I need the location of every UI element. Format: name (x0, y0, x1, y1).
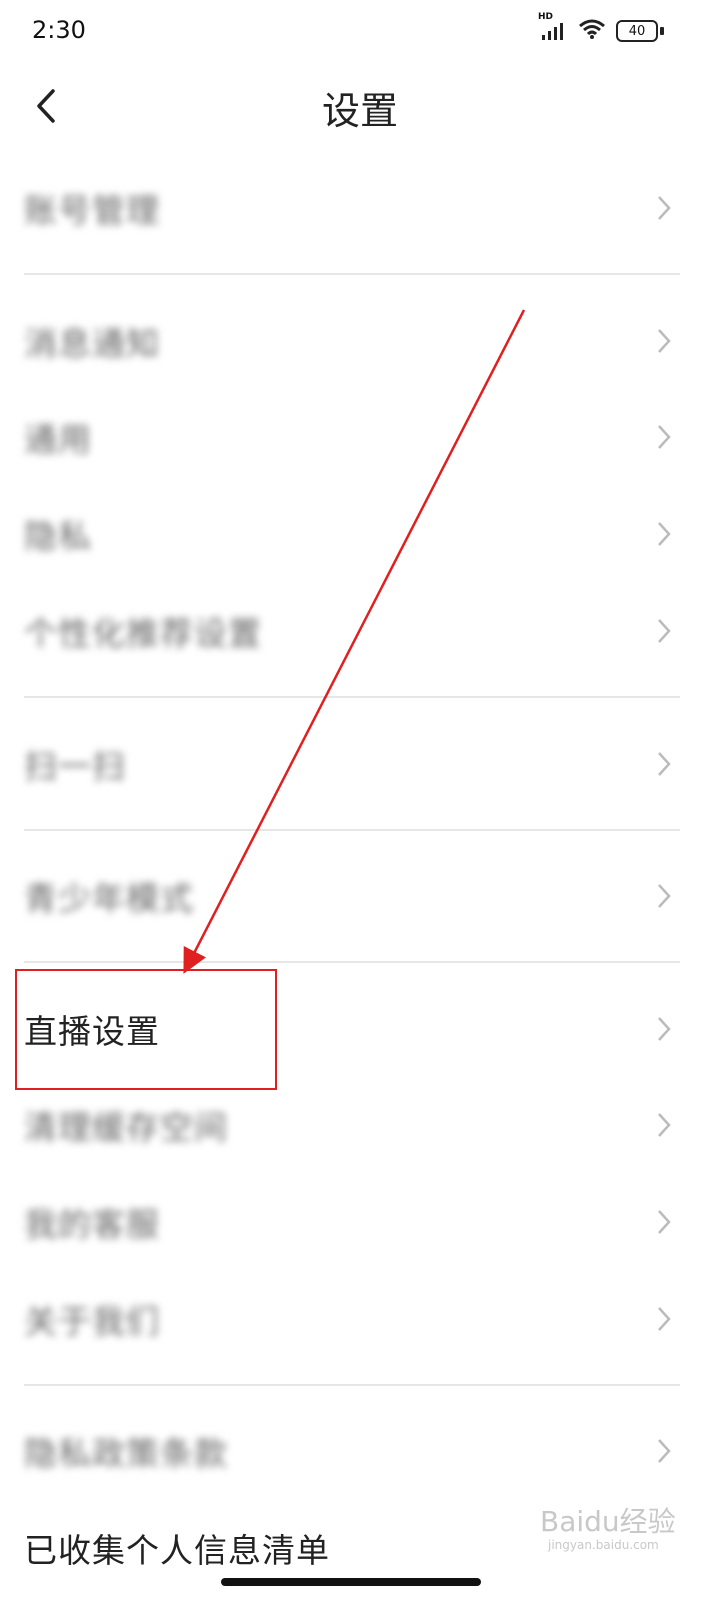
status-icons: HD 40 (538, 12, 664, 44)
battery-icon: 40 (616, 20, 664, 42)
cellular-signal-icon: HD (538, 12, 568, 42)
row-label: 已收集个人信息清单 (24, 1531, 330, 1570)
chevron-right-icon (658, 196, 671, 220)
status-time: 2:30 (32, 16, 86, 44)
settings-row[interactable]: 通用 (0, 389, 720, 485)
annotation-highlight-box (15, 969, 277, 1090)
settings-row[interactable]: 关于我们 (0, 1271, 720, 1367)
row-label: 消息通知 (24, 324, 160, 363)
network-type-label: HD (538, 12, 554, 22)
battery-level: 40 (628, 23, 646, 39)
row-label: 我的客服 (24, 1205, 160, 1244)
chevron-right-icon (658, 329, 671, 353)
chevron-right-icon (658, 884, 671, 908)
divider (24, 273, 680, 275)
wifi-icon (578, 18, 606, 44)
chevron-right-icon (658, 752, 671, 776)
row-label: 个性化推荐设置 (24, 614, 262, 653)
divider (24, 1384, 680, 1386)
chevron-right-icon (658, 1307, 671, 1331)
settings-row[interactable]: 隐私 (0, 486, 720, 582)
home-indicator[interactable] (221, 1578, 481, 1586)
status-bar: 2:30 HD 40 (0, 0, 720, 64)
row-label: 扫一扫 (24, 747, 126, 786)
watermark-logo: Baidu经验 (540, 1505, 676, 1538)
settings-row[interactable]: 隐私政策条款 (0, 1403, 720, 1499)
settings-row[interactable]: 青少年模式 (0, 848, 720, 944)
chevron-right-icon (658, 1210, 671, 1234)
divider (24, 829, 680, 831)
watermark-url: jingyan.baidu.com (548, 1538, 659, 1552)
settings-row[interactable]: 个性化推荐设置 (0, 583, 720, 679)
row-label: 隐私 (24, 517, 92, 556)
divider (24, 696, 680, 698)
chevron-right-icon (658, 1113, 671, 1137)
row-label: 清理缓存空间 (24, 1108, 228, 1147)
chevron-right-icon (658, 1439, 671, 1463)
row-label: 关于我们 (24, 1302, 160, 1341)
settings-row[interactable]: 扫一扫 (0, 716, 720, 812)
row-label: 账号管理 (24, 191, 160, 230)
divider (24, 961, 680, 963)
settings-row[interactable]: 账号管理 (0, 160, 720, 256)
row-label: 隐私政策条款 (24, 1434, 228, 1473)
chevron-right-icon (658, 1017, 671, 1041)
page-title: 设置 (321, 89, 398, 133)
settings-row[interactable]: 我的客服 (0, 1174, 720, 1270)
chevron-right-icon (658, 619, 671, 643)
navigation-bar: 设置 (0, 64, 720, 150)
row-label: 青少年模式 (24, 879, 194, 918)
settings-row[interactable]: 清理缓存空间 (0, 1077, 720, 1173)
row-label: 通用 (24, 420, 92, 459)
chevron-right-icon (658, 425, 671, 449)
settings-row[interactable]: 消息通知 (0, 293, 720, 389)
chevron-right-icon (658, 522, 671, 546)
